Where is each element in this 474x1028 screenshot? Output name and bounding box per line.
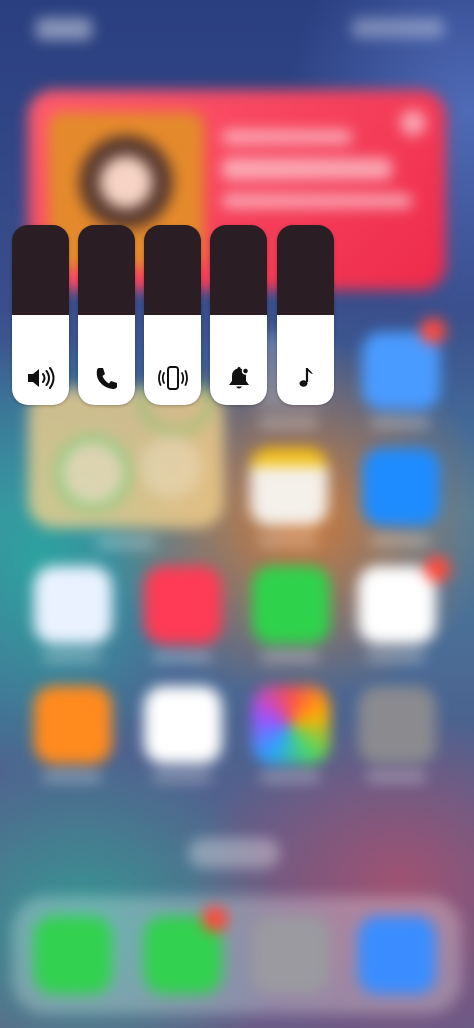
app-label xyxy=(370,418,430,428)
app-icon-safari xyxy=(358,916,436,994)
widget-text-line xyxy=(222,158,392,180)
app-label xyxy=(366,772,426,782)
ringer-slider[interactable] xyxy=(78,225,135,405)
app-icon-chrome xyxy=(144,686,222,764)
app-label xyxy=(260,772,320,782)
notification-slider[interactable] xyxy=(210,225,267,405)
app-icon-phone xyxy=(34,916,112,994)
widget-glyph xyxy=(400,110,426,136)
app-label xyxy=(258,418,318,428)
notification-badge xyxy=(420,318,446,344)
app-icon-notes xyxy=(250,448,328,526)
app-icon-app-store xyxy=(362,448,440,526)
app-icon-photos xyxy=(252,686,330,764)
app-icon-music xyxy=(144,566,222,644)
app-icon-youtube xyxy=(358,566,436,644)
volume-slider[interactable] xyxy=(12,225,69,405)
app-label xyxy=(366,652,426,662)
blurred-home-screen xyxy=(0,0,474,1028)
notification-badge xyxy=(424,556,450,582)
slider-fill xyxy=(277,315,334,405)
app-icon-vlc xyxy=(34,686,112,764)
app-label xyxy=(42,772,102,782)
map-ring xyxy=(56,436,130,510)
app-icon-mail xyxy=(362,332,440,410)
status-bar-icons xyxy=(352,18,444,38)
app-label xyxy=(152,772,212,782)
widget-label xyxy=(96,538,156,548)
music-note-icon xyxy=(277,365,334,391)
app-icon-camera xyxy=(252,916,330,994)
speaker-icon xyxy=(12,365,69,391)
app-label xyxy=(258,536,318,546)
slider-fill xyxy=(210,315,267,405)
media-slider[interactable] xyxy=(277,225,334,405)
app-label xyxy=(370,536,430,546)
status-bar-time xyxy=(36,18,92,40)
app-icon-whatsapp xyxy=(252,566,330,644)
app-label xyxy=(260,652,320,662)
app-label xyxy=(42,652,102,662)
vibrate-icon xyxy=(144,365,201,391)
app-icon-settings xyxy=(358,686,436,764)
widget-text-line xyxy=(222,194,412,208)
slider-fill xyxy=(78,315,135,405)
slider-fill xyxy=(12,315,69,405)
notification-badge xyxy=(202,906,228,932)
vibration-slider[interactable] xyxy=(144,225,201,405)
app-label xyxy=(152,652,212,662)
slider-fill xyxy=(144,315,201,405)
phone-icon xyxy=(78,365,135,391)
app-icon-files xyxy=(34,566,112,644)
widget-text-line xyxy=(222,130,352,144)
map-ring xyxy=(140,436,202,498)
page-indicator xyxy=(188,838,280,868)
bell-icon xyxy=(210,365,267,391)
